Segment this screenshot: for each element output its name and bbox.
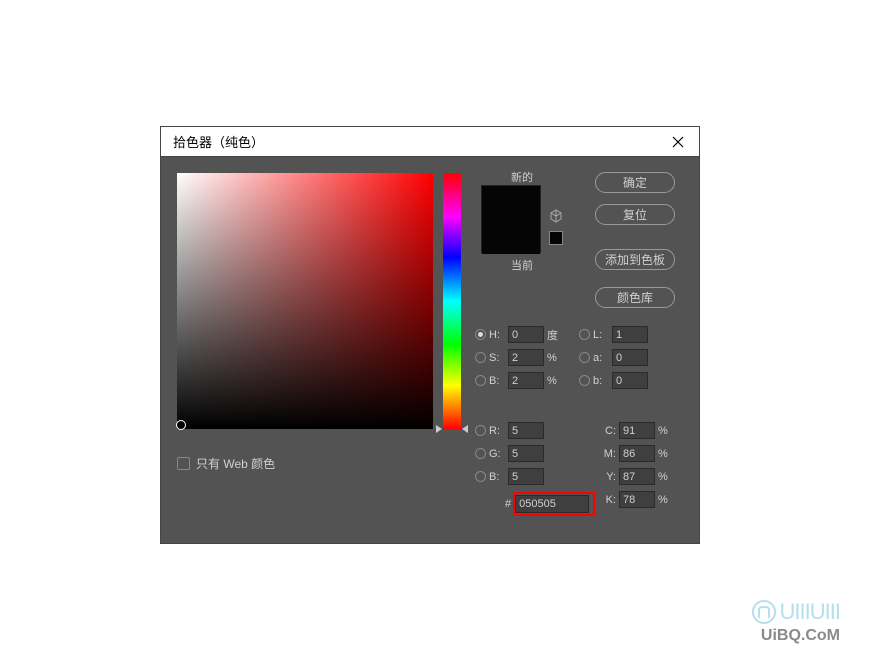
add-swatch-button[interactable]: 添加到色板 bbox=[595, 249, 675, 270]
k-unit: % bbox=[658, 494, 672, 506]
s-input[interactable] bbox=[508, 349, 544, 366]
preview-current-swatch[interactable] bbox=[482, 220, 540, 254]
dialog-body: 新的 当前 确定 复位 添加到色板 颜色库 H: 度 S: % bbox=[161, 157, 699, 543]
gamut-corrected-swatch[interactable] bbox=[549, 231, 563, 245]
m-label: M: bbox=[600, 448, 616, 460]
watermark-logo: UIIIUIII bbox=[752, 599, 840, 625]
rgb-b-radio[interactable] bbox=[475, 471, 486, 482]
b-input[interactable] bbox=[508, 372, 544, 389]
r-label: R: bbox=[489, 425, 505, 437]
web-only-row: 只有 Web 颜色 bbox=[177, 455, 275, 472]
hex-label: # bbox=[505, 498, 511, 510]
h-unit: 度 bbox=[547, 327, 561, 343]
r-input[interactable] bbox=[508, 422, 544, 439]
rgb-section: R: G: B: bbox=[475, 419, 544, 488]
saturation-radio[interactable] bbox=[475, 352, 486, 363]
hue-slider-thumb[interactable] bbox=[436, 425, 468, 433]
color-field[interactable] bbox=[177, 173, 433, 429]
web-only-label: 只有 Web 颜色 bbox=[196, 455, 275, 472]
preview-new-swatch bbox=[482, 186, 540, 220]
watermark: UIIIUIII UiBQ.CoM bbox=[752, 599, 840, 645]
h-label: H: bbox=[489, 329, 505, 341]
hsb-section: H: 度 S: % B: % bbox=[475, 323, 561, 392]
color-field-cursor bbox=[176, 420, 186, 430]
color-library-button[interactable]: 颜色库 bbox=[595, 287, 675, 308]
l-radio[interactable] bbox=[579, 329, 590, 340]
watermark-site: UiBQ.CoM bbox=[752, 627, 840, 645]
hue-slider[interactable] bbox=[443, 173, 461, 429]
b-unit: % bbox=[547, 375, 561, 387]
titlebar[interactable]: 拾色器（纯色） bbox=[161, 127, 699, 157]
brightness-radio[interactable] bbox=[475, 375, 486, 386]
g-radio[interactable] bbox=[475, 448, 486, 459]
cmyk-section: C: % M: % Y: % K: % bbox=[600, 419, 672, 511]
m-input[interactable] bbox=[619, 445, 655, 462]
a-radio[interactable] bbox=[579, 352, 590, 363]
c-unit: % bbox=[658, 425, 672, 437]
s-label: S: bbox=[489, 352, 505, 364]
y-input[interactable] bbox=[619, 468, 655, 485]
g-input[interactable] bbox=[508, 445, 544, 462]
preview-current-label: 当前 bbox=[511, 257, 533, 273]
preview-new-label: 新的 bbox=[511, 169, 533, 185]
lab-b-input[interactable] bbox=[612, 372, 648, 389]
lab-b-label: b: bbox=[593, 375, 609, 387]
close-button[interactable] bbox=[669, 133, 687, 151]
color-picker-dialog: 拾色器（纯色） 新的 当前 确定 复位 添加到色板 颜色库 H: bbox=[160, 126, 700, 544]
rgb-b-input[interactable] bbox=[508, 468, 544, 485]
hex-row: # bbox=[505, 495, 589, 513]
r-radio[interactable] bbox=[475, 425, 486, 436]
s-unit: % bbox=[547, 352, 561, 364]
k-input[interactable] bbox=[619, 491, 655, 508]
c-input[interactable] bbox=[619, 422, 655, 439]
y-label: Y: bbox=[600, 471, 616, 483]
l-label: L: bbox=[593, 329, 609, 341]
lab-section: L: a: b: bbox=[579, 323, 648, 392]
web-only-checkbox[interactable] bbox=[177, 457, 190, 470]
dialog-title: 拾色器（纯色） bbox=[173, 132, 264, 151]
b-label: B: bbox=[489, 375, 505, 387]
y-unit: % bbox=[658, 471, 672, 483]
rgb-b-label: B: bbox=[489, 471, 505, 483]
a-input[interactable] bbox=[612, 349, 648, 366]
g-label: G: bbox=[489, 448, 505, 460]
color-preview bbox=[481, 185, 541, 253]
a-label: a: bbox=[593, 352, 609, 364]
close-icon bbox=[672, 136, 684, 148]
l-input[interactable] bbox=[612, 326, 648, 343]
gamut-warning-icon[interactable] bbox=[549, 209, 563, 226]
k-label: K: bbox=[600, 494, 616, 506]
hue-radio[interactable] bbox=[475, 329, 486, 340]
ok-button[interactable]: 确定 bbox=[595, 172, 675, 193]
h-input[interactable] bbox=[508, 326, 544, 343]
c-label: C: bbox=[600, 425, 616, 437]
cancel-button[interactable]: 复位 bbox=[595, 204, 675, 225]
m-unit: % bbox=[658, 448, 672, 460]
lab-b-radio[interactable] bbox=[579, 375, 590, 386]
hex-input[interactable] bbox=[515, 495, 589, 513]
bulb-icon bbox=[752, 600, 776, 624]
